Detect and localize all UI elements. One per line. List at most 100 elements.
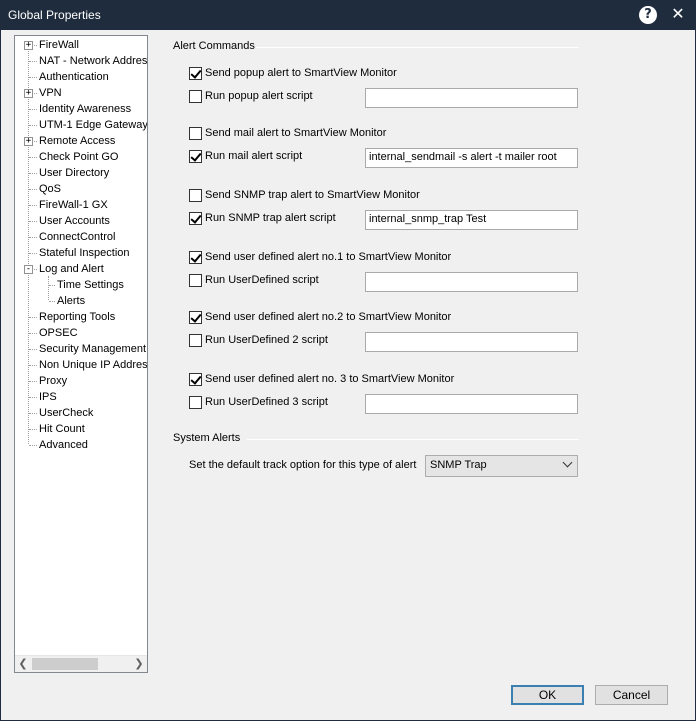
tree-item-label: IPS [39,391,57,403]
tree-item[interactable]: Non Unique IP Address Ranges [15,357,147,373]
expand-icon[interactable]: + [24,41,33,50]
alert-option-row: Run UserDefined 3 script [189,395,369,411]
alert-checkbox[interactable] [189,189,202,202]
alert-checkbox-label[interactable]: Run SNMP trap alert script [205,212,336,224]
cancel-button[interactable]: Cancel [595,685,668,705]
alert-checkbox-label[interactable]: Send user defined alert no.2 to SmartVie… [205,311,451,323]
alert-checkbox[interactable] [189,150,202,163]
tree-item[interactable]: Proxy [15,373,147,389]
tree-item[interactable]: - Log and Alert [15,261,147,277]
tree-item[interactable]: Advanced [15,437,147,453]
tree-item[interactable]: OPSEC [15,325,147,341]
alert-script-input[interactable] [365,394,578,414]
track-option-select[interactable]: SNMP Trap [425,455,578,477]
properties-tree[interactable]: + FireWall NAT - Network Address Translati… [14,35,148,673]
alert-option-row: Send user defined alert no.1 to SmartVie… [189,250,451,266]
scroll-right-icon[interactable]: ❯ [131,656,147,672]
tree-item-label: Check Point GO [39,151,119,163]
tree-item-label: VPN [39,87,62,99]
alert-commands-header: Alert Commands [173,40,255,52]
expand-icon[interactable]: + [24,89,33,98]
tree-item[interactable]: Security Management Access [15,341,147,357]
tree-item[interactable]: ConnectControl [15,229,147,245]
section-divider [247,439,579,440]
tree-item-label: Security Management Access [39,343,147,355]
alert-checkbox-label[interactable]: Send user defined alert no. 3 to SmartVi… [205,373,454,385]
alert-checkbox[interactable] [189,67,202,80]
tree-item[interactable]: Authentication [15,69,147,85]
tree-item[interactable]: UTM-1 Edge Gateway [15,117,147,133]
expand-icon[interactable]: + [24,137,33,146]
tree-connector [29,173,37,174]
help-icon[interactable]: ? [639,6,657,24]
alert-script-input[interactable] [365,272,578,292]
tree-horizontal-scrollbar[interactable]: ❮ ❯ [15,655,147,672]
system-alerts-header: System Alerts [173,432,241,444]
alert-checkbox-label[interactable]: Send popup alert to SmartView Monitor [205,67,397,79]
alert-script-input[interactable] [365,332,578,352]
alert-checkbox[interactable] [189,311,202,324]
tree-item[interactable]: User Accounts [15,213,147,229]
tree-item[interactable]: + FireWall [15,37,147,53]
tree-item[interactable]: + VPN [15,85,147,101]
alert-option-row: Run mail alert script [189,149,369,165]
section-divider [256,47,579,48]
alert-script-input[interactable]: internal_snmp_trap Test [365,210,578,230]
alert-option-row: Run popup alert script [189,89,369,105]
tree-item[interactable]: Reporting Tools [15,309,147,325]
tree-connector [29,349,37,350]
tree-item[interactable]: Hit Count [15,421,147,437]
alert-checkbox[interactable] [189,212,202,225]
tree-connector [29,77,37,78]
tree-item[interactable]: + Remote Access [15,133,147,149]
alert-checkbox-label[interactable]: Send user defined alert no.1 to SmartVie… [205,251,451,263]
tree-item-label: NAT - Network Address Translation [39,55,148,67]
tree-item[interactable]: FireWall-1 GX [15,197,147,213]
tree-item[interactable]: Check Point GO [15,149,147,165]
track-option-value: SNMP Trap [430,459,487,471]
tree-item-label: User Accounts [39,215,110,227]
alert-checkbox-label[interactable]: Run UserDefined 3 script [205,396,328,408]
alert-checkbox-label[interactable]: Run UserDefined 2 script [205,334,328,346]
alert-checkbox-label[interactable]: Run popup alert script [205,90,313,102]
alert-script-input[interactable]: internal_sendmail -s alert -t mailer roo… [365,148,578,168]
tree-item[interactable]: User Directory [15,165,147,181]
tree-item-label: Identity Awareness [39,103,132,115]
tree-item[interactable]: Alerts [15,293,147,309]
tree-item[interactable]: Time Settings [15,277,147,293]
alert-checkbox-label[interactable]: Send mail alert to SmartView Monitor [205,127,386,139]
scroll-left-icon[interactable]: ❮ [15,656,31,672]
alert-option-row: Send mail alert to SmartView Monitor [189,126,386,142]
tree-item-label: Advanced [39,439,88,451]
alert-checkbox[interactable] [189,396,202,409]
tree-item[interactable]: Stateful Inspection [15,245,147,261]
alert-checkbox[interactable] [189,373,202,386]
tree-item[interactable]: UserCheck [15,405,147,421]
tree-item[interactable]: Identity Awareness [15,101,147,117]
alert-checkbox-label[interactable]: Run mail alert script [205,150,302,162]
alert-checkbox[interactable] [189,251,202,264]
alert-script-input[interactable] [365,88,578,108]
alert-option-row: Run UserDefined script [189,273,369,289]
tree-connector [29,413,37,414]
alert-checkbox[interactable] [189,274,202,287]
close-icon[interactable]: ✕ [668,4,688,24]
tree-connector [29,333,37,334]
tree-item-label: Remote Access [39,135,116,147]
tree-item-label: FireWall [39,39,79,51]
chevron-down-icon [562,457,573,468]
alert-checkbox[interactable] [189,90,202,103]
title-bar: Global Properties ? ✕ [0,0,696,30]
alert-checkbox[interactable] [189,334,202,347]
alert-checkbox-label[interactable]: Send SNMP trap alert to SmartView Monito… [205,189,420,201]
alert-checkbox-label[interactable]: Run UserDefined script [205,274,319,286]
ok-button[interactable]: OK [511,685,584,705]
tree-item[interactable]: QoS [15,181,147,197]
alert-option-row: Send SNMP trap alert to SmartView Monito… [189,188,420,204]
tree-item[interactable]: NAT - Network Address Translation [15,53,147,69]
collapse-icon[interactable]: - [24,265,33,274]
scroll-thumb[interactable] [32,658,98,670]
alert-checkbox[interactable] [189,127,202,140]
tree-item[interactable]: IPS [15,389,147,405]
alert-option-row: Send popup alert to SmartView Monitor [189,66,397,82]
